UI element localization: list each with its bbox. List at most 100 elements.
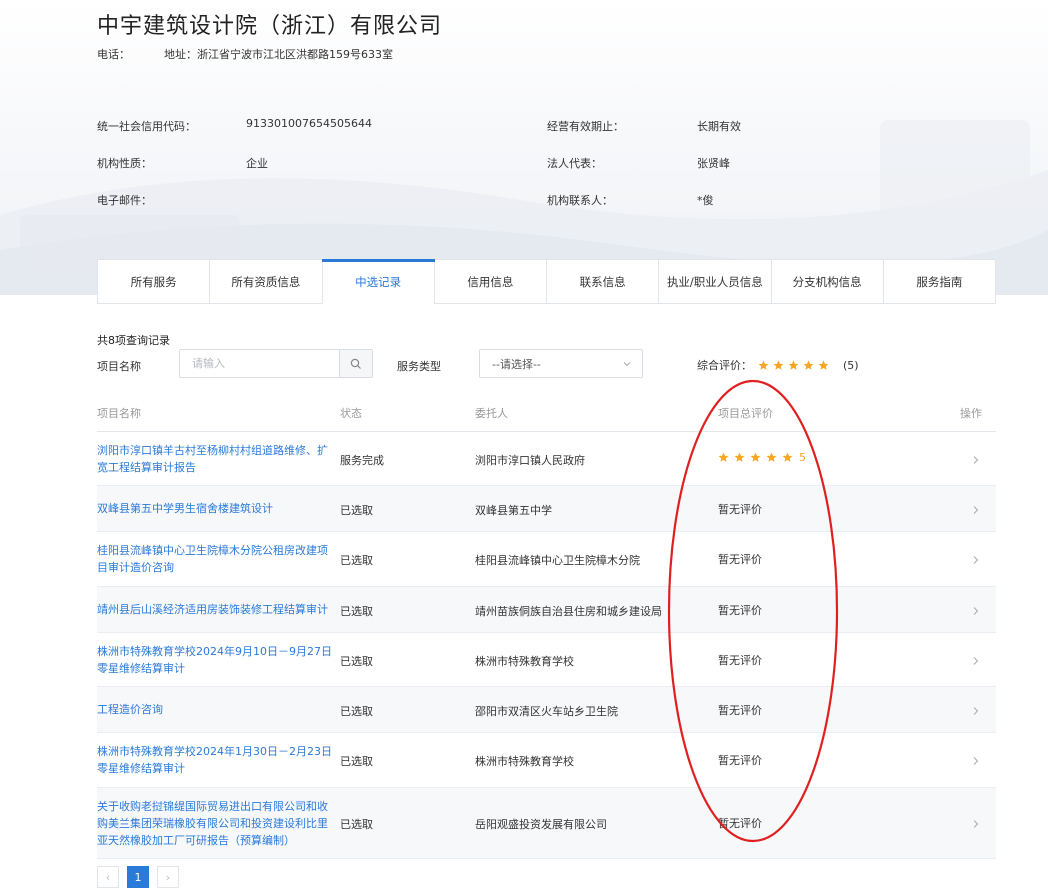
project-search bbox=[179, 349, 373, 378]
table-row[interactable]: 桂阳县流峰镇中心卫生院樟木分院公租房改建项目审计造价咨询 已选取 桂阳县流峰镇中心卫… bbox=[97, 532, 996, 587]
tab-bar: 所有服务 所有资质信息 中选记录 信用信息 联系信息 执业/职业人员信息 分支机… bbox=[97, 259, 996, 304]
project-rating-text: 暂无评价 bbox=[718, 754, 762, 767]
project-rating-text: 暂无评价 bbox=[718, 502, 762, 516]
col-header-client: 委托人 bbox=[475, 407, 508, 420]
project-status: 已选取 bbox=[340, 818, 373, 831]
table-row[interactable]: 浏阳市淳口镇羊古村至杨柳村村组道路维修、扩宽工程结算审计报告 服务完成 浏阳市淳口镇… bbox=[97, 432, 996, 486]
table-row[interactable]: 双峰县第五中学男生宿舍楼建筑设计 已选取 双峰县第五中学 暂无评价 bbox=[97, 486, 996, 532]
col-header-op: 操作 bbox=[960, 407, 982, 420]
tab-label: 所有资质信息 bbox=[231, 274, 301, 289]
project-rating-text: 暂无评价 bbox=[718, 653, 762, 667]
overall-rating: 综合评价： (5) bbox=[697, 357, 859, 373]
tab-label: 联系信息 bbox=[579, 274, 626, 289]
table-row[interactable]: 株洲市特殊教育学校2024年9月10日－9月27日零星维修结算审计 已选取 株洲市特… bbox=[97, 633, 996, 687]
project-rating-text: 暂无评价 bbox=[718, 817, 762, 830]
chevron-right-icon[interactable] bbox=[970, 605, 982, 617]
chevron-right-icon[interactable] bbox=[970, 554, 982, 566]
project-status: 已选取 bbox=[340, 704, 373, 718]
project-rating: 5 bbox=[718, 451, 806, 464]
project-status: 已选取 bbox=[340, 503, 373, 517]
project-search-input[interactable] bbox=[180, 350, 339, 377]
address-label: 地址： bbox=[164, 48, 197, 61]
valid-until-label: 经营有效期止： bbox=[547, 120, 624, 133]
valid-until-value: 长期有效 bbox=[697, 120, 741, 133]
project-rating-score: 5 bbox=[799, 450, 806, 464]
project-name-link[interactable]: 双峰县第五中学男生宿舍楼建筑设计 bbox=[97, 500, 333, 517]
tab-practitioners[interactable]: 执业/职业人员信息 bbox=[659, 260, 772, 303]
project-client: 双峰县第五中学 bbox=[475, 503, 552, 517]
record-count: 共8项查询记录 bbox=[97, 334, 170, 347]
project-client: 株洲市特殊教育学校 bbox=[475, 755, 574, 768]
project-name-link[interactable]: 关于收购老挝锦缇国际贸易进出口有限公司和收购美兰集团荣瑞橡胶有限公司和投资建设利… bbox=[97, 798, 333, 849]
chevron-right-icon[interactable] bbox=[970, 504, 982, 516]
page-1-button[interactable]: 1 bbox=[127, 866, 149, 888]
org-contact-label: 机构联系人： bbox=[547, 194, 613, 207]
project-rating-text: 暂无评价 bbox=[718, 553, 762, 566]
project-name-link[interactable]: 株洲市特殊教育学校2024年9月10日－9月27日零星维修结算审计 bbox=[97, 643, 333, 677]
project-name-link[interactable]: 浏阳市淳口镇羊古村至杨柳村村组道路维修、扩宽工程结算审计报告 bbox=[97, 442, 333, 476]
star-icon bbox=[750, 452, 761, 463]
company-name: 中宇建筑设计院（浙江）有限公司 bbox=[97, 14, 443, 39]
project-rating: 暂无评价 bbox=[718, 602, 762, 618]
chevron-down-icon bbox=[623, 362, 631, 367]
project-client: 浏阳市淳口镇人民政府 bbox=[475, 453, 585, 467]
table-row[interactable]: 关于收购老挝锦缇国际贸易进出口有限公司和收购美兰集团荣瑞橡胶有限公司和投资建设利… bbox=[97, 788, 996, 859]
next-page-button[interactable]: › bbox=[157, 866, 179, 888]
project-name-link[interactable]: 桂阳县流峰镇中心卫生院樟木分院公租房改建项目审计造价咨询 bbox=[97, 542, 333, 576]
project-client: 桂阳县流峰镇中心卫生院樟木分院 bbox=[475, 554, 640, 567]
tab-all-services[interactable]: 所有服务 bbox=[98, 260, 211, 303]
col-header-eval: 项目总评价 bbox=[718, 407, 773, 420]
col-header-name: 项目名称 bbox=[97, 407, 141, 420]
overall-stars bbox=[758, 360, 829, 371]
star-icon bbox=[758, 360, 769, 371]
table-row[interactable]: 株洲市特殊教育学校2024年1月30日－2月23日零星维修结算审计 已选取 株洲市特… bbox=[97, 733, 996, 788]
project-status: 已选取 bbox=[340, 604, 373, 618]
overall-rating-count: (5) bbox=[843, 358, 859, 372]
tab-service-guide[interactable]: 服务指南 bbox=[884, 260, 995, 303]
service-type-select[interactable]: --请选择-- bbox=[479, 349, 643, 378]
project-rating: 暂无评价 bbox=[718, 752, 762, 768]
org-type-value: 企业 bbox=[246, 157, 268, 170]
col-header-status: 状态 bbox=[340, 407, 362, 420]
table-body: 浏阳市淳口镇羊古村至杨柳村村组道路维修、扩宽工程结算审计报告 服务完成 浏阳市淳口镇… bbox=[97, 432, 996, 859]
service-type-value: --请选择-- bbox=[492, 357, 541, 371]
tab-contact-info[interactable]: 联系信息 bbox=[547, 260, 660, 303]
tab-qualifications[interactable]: 所有资质信息 bbox=[210, 260, 323, 303]
star-icon bbox=[818, 360, 829, 371]
tab-label: 所有服务 bbox=[130, 274, 177, 289]
company-contact: 电话： 地址：浙江省宁波市江北区洪都路159号633室 bbox=[97, 46, 393, 62]
credit-code-label: 统一社会信用代码： bbox=[97, 120, 196, 133]
table-row[interactable]: 靖州县后山溪经济适用房装饰装修工程结算审计 已选取 靖州苗族侗族自治县住房和城乡建设… bbox=[97, 587, 996, 633]
legal-rep-value: 张贤峰 bbox=[697, 157, 730, 170]
star-icon bbox=[788, 360, 799, 371]
table-row[interactable]: 工程造价咨询 已选取 邵阳市双清区火车站乡卫生院 暂无评价 bbox=[97, 687, 996, 733]
project-name-link[interactable]: 株洲市特殊教育学校2024年1月30日－2月23日零星维修结算审计 bbox=[97, 743, 333, 777]
chevron-right-icon[interactable] bbox=[970, 818, 982, 830]
project-client: 邵阳市双清区火车站乡卫生院 bbox=[475, 704, 618, 718]
project-rating-text: 暂无评价 bbox=[718, 603, 762, 617]
prev-page-button[interactable]: ‹ bbox=[97, 866, 119, 888]
company-header: 中宇建筑设计院（浙江）有限公司 电话： 地址：浙江省宁波市江北区洪都路159号63… bbox=[0, 0, 1048, 295]
project-name-link[interactable]: 工程造价咨询 bbox=[97, 701, 333, 718]
chevron-right-icon[interactable] bbox=[970, 655, 982, 667]
tab-branches[interactable]: 分支机构信息 bbox=[772, 260, 884, 303]
header-background-decoration bbox=[0, 120, 1048, 295]
star-icon bbox=[766, 452, 777, 463]
chevron-right-icon[interactable] bbox=[970, 755, 982, 767]
chevron-left-icon: ‹ bbox=[105, 870, 111, 884]
tab-selection-records[interactable]: 中选记录 bbox=[321, 259, 436, 304]
star-icon bbox=[773, 360, 784, 371]
search-button[interactable] bbox=[339, 350, 372, 377]
chevron-right-icon[interactable] bbox=[970, 454, 982, 466]
tab-credit-info[interactable]: 信用信息 bbox=[435, 260, 547, 303]
legal-rep-label: 法人代表： bbox=[547, 157, 602, 170]
project-rating: 暂无评价 bbox=[718, 652, 762, 668]
project-name-label: 项目名称 bbox=[97, 360, 141, 373]
star-icon bbox=[718, 452, 729, 463]
star-icon bbox=[803, 360, 814, 371]
phone-label: 电话： bbox=[97, 48, 130, 61]
chevron-right-icon: › bbox=[165, 870, 171, 884]
chevron-right-icon[interactable] bbox=[970, 705, 982, 717]
project-name-link[interactable]: 靖州县后山溪经济适用房装饰装修工程结算审计 bbox=[97, 601, 333, 618]
project-rating: 暂无评价 bbox=[718, 702, 762, 718]
